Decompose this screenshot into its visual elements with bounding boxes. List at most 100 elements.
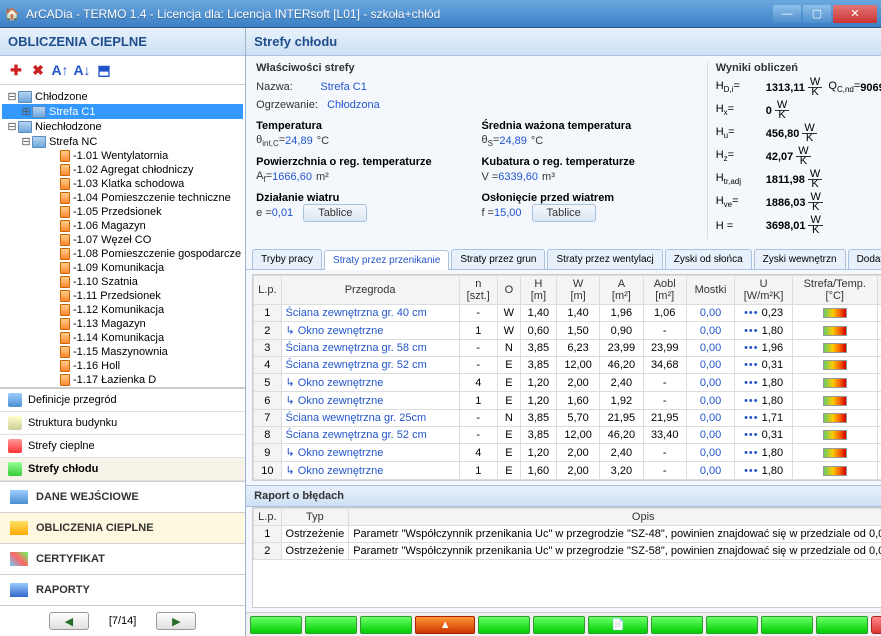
font-increase-icon[interactable]: A↑	[50, 60, 70, 80]
grid-header[interactable]: U [W/m²K]	[735, 276, 793, 305]
tree-leaf[interactable]: -1.06 Magazyn	[2, 219, 243, 233]
name-value[interactable]: Strefa C1	[320, 81, 366, 93]
tablice-e-button[interactable]: Tablice	[303, 204, 367, 222]
tree-leaf[interactable]: -1.07 Węzeł CO	[2, 233, 243, 247]
tree-leaf[interactable]: -1.09 Komunikacja	[2, 261, 243, 275]
close-window-button[interactable]: ✕	[833, 5, 877, 23]
tree-leaf[interactable]: -1.05 Przedsionek	[2, 205, 243, 219]
grid-header[interactable]: O	[497, 276, 520, 305]
nav-tab-label: OBLICZENIA CIEPLNE	[36, 522, 154, 534]
expander-icon[interactable]: ⊟	[6, 120, 18, 133]
nav-tab[interactable]: RAPORTY	[0, 574, 245, 605]
tree-node-niechlodzone[interactable]: ⊟Niechłodzone	[2, 119, 243, 134]
status-cell[interactable]	[706, 616, 758, 634]
grid-header[interactable]: Aobl [m²]	[643, 276, 686, 305]
status-cell[interactable]	[478, 616, 530, 634]
action-icon[interactable]: ⬒	[94, 60, 114, 80]
calc-tab[interactable]: Zyski od słońca	[665, 249, 752, 269]
expander-icon[interactable]: ⊞	[20, 105, 32, 118]
grid-header[interactable]: L.p.	[254, 276, 281, 305]
shield-f-value[interactable]: 15,00	[494, 207, 522, 219]
wind-e-value[interactable]: 0,01	[272, 207, 293, 219]
tree-node-chlodzone[interactable]: ⊟Chłodzone	[2, 89, 243, 104]
tree-leaf[interactable]: -1.08 Pomieszczenie gospodarcze	[2, 247, 243, 261]
delete-icon[interactable]: ✖	[28, 60, 48, 80]
status-cell[interactable]	[651, 616, 703, 634]
report-row[interactable]: 1OstrzeżenieParametr "Współczynnik przen…	[254, 526, 881, 543]
calc-tab[interactable]: Straty przez grun	[451, 249, 545, 269]
grid-header[interactable]: W [m]	[556, 276, 599, 305]
theta-int-value[interactable]: 24,89	[285, 135, 313, 147]
status-cell[interactable]	[305, 616, 357, 634]
expander-icon[interactable]: ⊟	[20, 135, 32, 148]
grid-row[interactable]: 9↳ Okno zewnętrzne4E1,202,002,40-0,00•••…	[254, 444, 881, 462]
grid-row[interactable]: 8Ściana zewnętrzna gr. 52 cm-E3,8512,004…	[254, 427, 881, 444]
minimize-button[interactable]: —	[773, 5, 801, 23]
grid-header[interactable]: Strefa/Temp. [°C]	[792, 276, 877, 305]
calc-tab[interactable]: Dodatki	[848, 249, 881, 269]
tablice-f-button[interactable]: Tablice	[532, 204, 596, 222]
status-warning-icon[interactable]: ▲	[415, 616, 475, 634]
room-icon	[60, 164, 70, 176]
tree-leaf[interactable]: -1.10 Szatnia	[2, 275, 243, 289]
tree-leaf[interactable]: -1.12 Komunikacja	[2, 303, 243, 317]
side-tab[interactable]: Strefy chłodu	[0, 458, 245, 481]
side-tab[interactable]: Strefy cieplne	[0, 435, 245, 458]
grid-row[interactable]: 5↳ Okno zewnętrzne4E1,202,002,40-0,00•••…	[254, 374, 881, 392]
side-tab[interactable]: Definicje przegród	[0, 389, 245, 412]
grid-header[interactable]: Mostki	[686, 276, 734, 305]
tree-leaf[interactable]: -1.04 Pomieszczenie techniczne	[2, 191, 243, 205]
grid-header[interactable]: Hx [W/K]	[877, 276, 881, 305]
status-cell[interactable]	[250, 616, 302, 634]
grid-row[interactable]: 3Ściana zewnętrzna gr. 58 cm-N3,856,2323…	[254, 340, 881, 357]
status-cell[interactable]	[761, 616, 813, 634]
calc-tab[interactable]: Zyski wewnętrzn	[754, 249, 846, 269]
grid-row[interactable]: 6↳ Okno zewnętrzne1E1,201,601,92-0,00•••…	[254, 392, 881, 410]
tree-leaf[interactable]: -1.01 Wentylatornia	[2, 149, 243, 163]
status-cell[interactable]	[360, 616, 412, 634]
close-button[interactable]: Zamknij	[871, 616, 881, 634]
tree-node-strefa-c1[interactable]: ⊞Strefa C1	[2, 104, 243, 119]
grid-row[interactable]: 7Ściana wewnętrzna gr. 25cm-N3,855,7021,…	[254, 410, 881, 427]
grid-row[interactable]: 1Ściana zewnętrzna gr. 40 cm-W1,401,401,…	[254, 305, 881, 322]
volume-value[interactable]: 6339,60	[498, 171, 538, 183]
tree-leaf[interactable]: -1.14 Komunikacja	[2, 331, 243, 345]
status-info-icon[interactable]: 📄	[588, 616, 648, 634]
report-row[interactable]: 2OstrzeżenieParametr "Współczynnik przen…	[254, 543, 881, 560]
nav-tab[interactable]: DANE WEJŚCIOWE	[0, 481, 245, 512]
grid-header[interactable]: H [m]	[520, 276, 556, 305]
calc-tab[interactable]: Straty przez przenikanie	[324, 250, 449, 270]
grid-row[interactable]: 2↳ Okno zewnętrzne1W0,601,500,90-0,00•••…	[254, 322, 881, 340]
tree-leaf[interactable]: -1.11 Przedsionek	[2, 289, 243, 303]
status-cell[interactable]	[533, 616, 585, 634]
side-tab[interactable]: Struktura budynku	[0, 412, 245, 435]
partition-grid[interactable]: L.p.Przegrodan [szt.]OH [m]W [m]A [m²]Ao…	[252, 274, 881, 481]
pager-prev-button[interactable]: ◀	[49, 612, 89, 630]
tree-leaf[interactable]: -1.02 Agregat chłodniczy	[2, 163, 243, 177]
nav-tab[interactable]: OBLICZENIA CIEPLNE	[0, 512, 245, 543]
heating-value[interactable]: Chłodzona	[327, 99, 380, 111]
grid-header[interactable]: A [m²]	[600, 276, 643, 305]
error-report[interactable]: L.p.TypOpis1OstrzeżenieParametr "Współcz…	[252, 507, 881, 608]
calc-tab[interactable]: Tryby pracy	[252, 249, 322, 269]
tree-leaf[interactable]: -1.13 Magazyn	[2, 317, 243, 331]
expander-icon[interactable]: ⊟	[6, 90, 18, 103]
nav-tab[interactable]: CERTYFIKAT	[0, 543, 245, 574]
status-cell[interactable]	[816, 616, 868, 634]
pager-next-button[interactable]: ▶	[156, 612, 196, 630]
tree-leaf[interactable]: -1.03 Klatka schodowa	[2, 177, 243, 191]
add-icon[interactable]: ✚	[6, 60, 26, 80]
tree-leaf[interactable]: -1.17 Łazienka D	[2, 373, 243, 387]
font-decrease-icon[interactable]: A↓	[72, 60, 92, 80]
maximize-button[interactable]: ▢	[803, 5, 831, 23]
area-value[interactable]: 1666,60	[272, 171, 312, 183]
tree-leaf[interactable]: -1.16 Holl	[2, 359, 243, 373]
grid-header[interactable]: n [szt.]	[459, 276, 497, 305]
grid-row[interactable]: 10↳ Okno zewnętrzne1E1,602,003,20-0,00••…	[254, 462, 881, 480]
tree-node-strefa-nc[interactable]: ⊟Strefa NC	[2, 134, 243, 149]
grid-row[interactable]: 4Ściana zewnętrzna gr. 52 cm-E3,8512,004…	[254, 357, 881, 374]
zone-tree[interactable]: ⊟Chłodzone⊞Strefa C1⊟Niechłodzone⊟Strefa…	[0, 85, 245, 388]
tree-leaf[interactable]: -1.15 Maszynownia	[2, 345, 243, 359]
calc-tab[interactable]: Straty przez wentylacj	[547, 249, 662, 269]
grid-header[interactable]: Przegroda	[281, 276, 459, 305]
